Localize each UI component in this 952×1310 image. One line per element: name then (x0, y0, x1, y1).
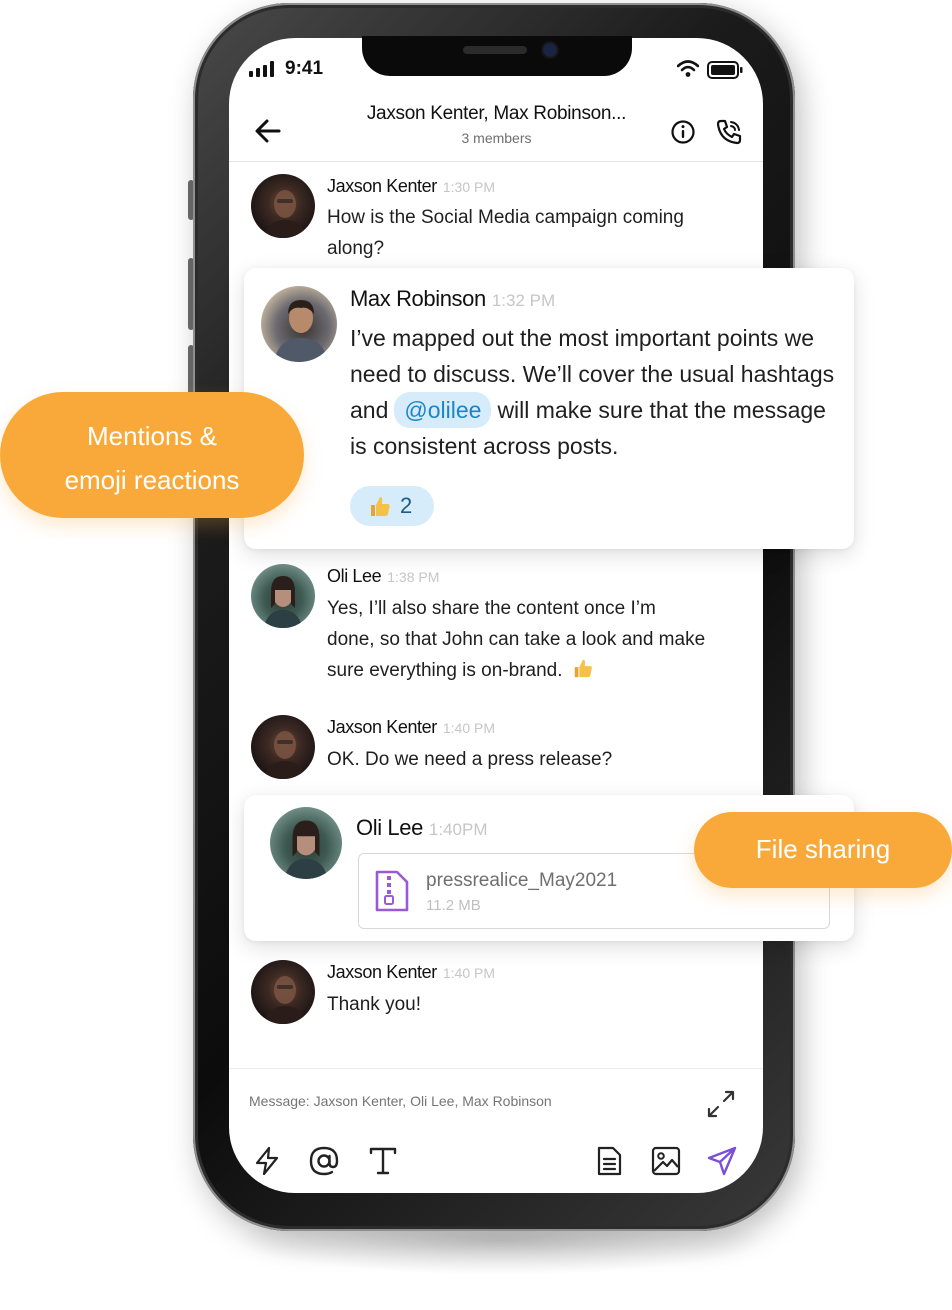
expand-icon[interactable] (705, 1088, 737, 1120)
front-camera (543, 43, 557, 57)
sender-name: Oli Lee 1:40PM (356, 815, 488, 840)
message-text: Thank you! (327, 994, 421, 1015)
person-silhouette-icon (263, 976, 307, 1024)
avatar[interactable] (251, 960, 315, 1024)
message-input[interactable] (249, 1093, 669, 1109)
members-count[interactable]: 3 members (349, 130, 644, 146)
person-silhouette-icon (263, 731, 307, 779)
avatar[interactable] (261, 286, 337, 362)
file-size: 11.2 MB (426, 897, 481, 914)
sender-name: Jaxson Kenter 1:40 PM (327, 962, 496, 982)
message-time: 1:40 PM (442, 965, 496, 981)
message-text: Yes, I’ll also share the content once I’… (327, 593, 707, 686)
back-arrow-icon[interactable] (253, 116, 283, 146)
phone-call-icon[interactable] (715, 118, 743, 146)
message-text: I’ve mapped out the most important point… (350, 320, 842, 464)
person-silhouette-icon (263, 190, 307, 238)
person-silhouette-icon (263, 576, 303, 628)
file-sharing-callout: File sharing (694, 812, 952, 888)
document-icon[interactable] (593, 1145, 625, 1177)
mention-at-icon[interactable] (308, 1145, 340, 1177)
message-text: How is the Social Media campaign coming … (327, 207, 684, 259)
lightning-icon[interactable] (251, 1145, 283, 1177)
sender-name: Oli Lee 1:38 PM (327, 566, 440, 586)
avatar[interactable] (270, 807, 342, 879)
image-icon[interactable] (650, 1145, 682, 1177)
avatar[interactable] (251, 564, 315, 628)
person-silhouette-icon (284, 820, 328, 879)
reaction-count: 2 (400, 493, 413, 518)
signal-icon (249, 61, 274, 77)
message-time: 1:40PM (428, 820, 488, 839)
phone-notch (362, 36, 632, 76)
highlighted-message-card[interactable]: Max Robinson 1:32 PM I’ve mapped out the … (244, 268, 854, 549)
mentions-reactions-callout: Mentions & emoji reactions (0, 392, 304, 518)
message-time: 1:38 PM (387, 569, 440, 585)
composer-divider (229, 1068, 763, 1069)
callout-line-1: Mentions & (86, 421, 218, 451)
file-name: pressrealice_May2021 (426, 870, 618, 891)
message-text: OK. Do we need a press release? (327, 749, 613, 770)
status-time: 9:41 (285, 58, 324, 79)
thumbs-up-icon (371, 497, 390, 516)
mention-tag[interactable]: @olilee (394, 392, 492, 428)
message-text-content: Yes, I’ll also share the content once I’… (327, 598, 706, 681)
phone-screen: 9:41 Jaxson Kenter, Max Robinson... 3 me… (229, 38, 763, 1193)
message-time: 1:30 PM (442, 179, 496, 195)
phone-speaker (463, 46, 527, 54)
sender-name: Jaxson Kenter 1:40 PM (327, 717, 496, 737)
message-time: 1:32 PM (491, 291, 556, 310)
chat-title[interactable]: Jaxson Kenter, Max Robinson... (349, 103, 644, 125)
thumbs-up-icon (574, 659, 592, 678)
zip-file-icon (375, 870, 409, 912)
sender-name: Max Robinson 1:32 PM (350, 286, 556, 311)
info-icon[interactable] (670, 119, 696, 145)
header-divider (229, 161, 763, 162)
person-silhouette-icon (273, 300, 329, 362)
callout-text: File sharing (755, 834, 891, 864)
wifi-icon (677, 60, 699, 77)
send-icon[interactable] (706, 1145, 738, 1177)
callout-line-2: emoji reactions (64, 465, 240, 495)
avatar[interactable] (251, 174, 315, 238)
sender-name: Jaxson Kenter 1:30 PM (327, 176, 496, 196)
battery-icon (707, 61, 743, 79)
text-format-icon[interactable] (367, 1145, 399, 1177)
avatar[interactable] (251, 715, 315, 779)
emoji-reaction[interactable]: 2 (350, 486, 434, 526)
callout-text: Mentions & emoji reactions (0, 414, 304, 502)
message-time: 1:40 PM (442, 720, 496, 736)
